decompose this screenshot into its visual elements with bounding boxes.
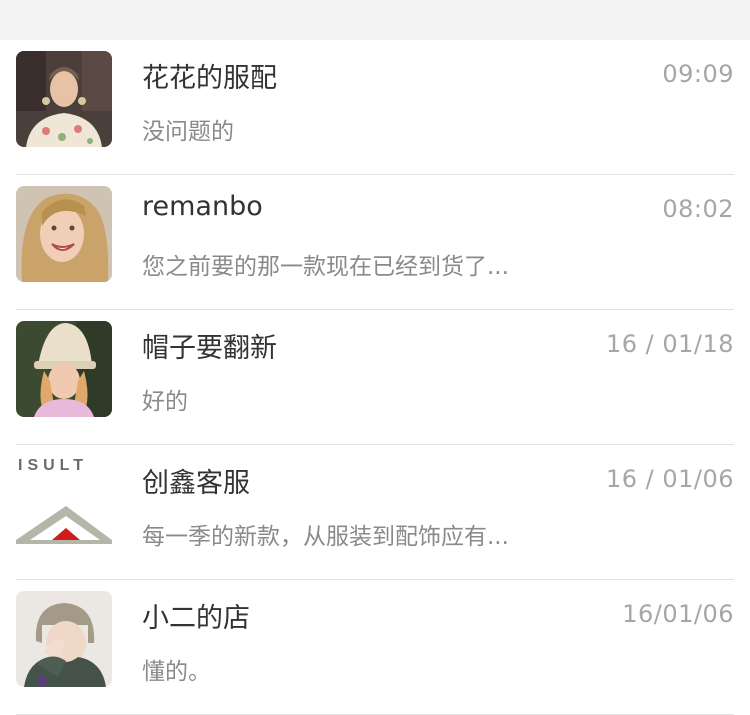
girl-sweater-avatar[interactable] <box>16 591 112 687</box>
conversation-item[interactable]: 帽子要翻新 16 / 01/18 好的 <box>0 310 750 445</box>
consult-logo-avatar[interactable]: ISULT <box>16 456 112 552</box>
conversation-time: 09:09 <box>662 60 734 88</box>
conversation-name: 小二的店 <box>142 603 250 634</box>
conversation-item[interactable]: 花花的服配 09:09 没问题的 <box>0 40 750 175</box>
smiling-woman-avatar[interactable] <box>16 186 112 282</box>
conversation-preview: 每一季的新款，从服装到配饰应有... <box>142 524 509 550</box>
conversation-name: 花花的服配 <box>142 63 277 94</box>
conversation-time: 16 / 01/18 <box>605 330 734 358</box>
conversation-time: 16/01/06 <box>622 600 734 628</box>
conversation-preview: 您之前要的那一款现在已经到货了... <box>142 254 509 280</box>
conversation-name: 创鑫客服 <box>142 468 250 499</box>
conversation-time: 16 / 01/06 <box>605 465 734 493</box>
conversation-name: 帽子要翻新 <box>142 333 277 364</box>
conversation-item[interactable]: 小二的店 16/01/06 懂的。 <box>0 580 750 715</box>
conversation-item[interactable]: remanbo 08:02 您之前要的那一款现在已经到货了... <box>0 175 750 310</box>
girl-with-hat-avatar[interactable] <box>16 321 112 417</box>
conversation-name: remanbo <box>142 191 263 222</box>
conversation-list: 花花的服配 09:09 没问题的 remanbo 08:02 您之前要的那一款现… <box>0 40 750 715</box>
woman-model-avatar[interactable] <box>16 51 112 147</box>
conversation-preview: 好的 <box>142 389 188 415</box>
conversation-preview: 没问题的 <box>142 119 234 145</box>
top-bar <box>0 0 750 40</box>
logo-text: ISULT <box>18 457 88 474</box>
conversation-time: 08:02 <box>662 195 734 223</box>
conversation-item[interactable]: ISULT 创鑫客服 16 / 01/06 每一季的新款，从服装到配饰应有... <box>0 445 750 580</box>
conversation-preview: 懂的。 <box>142 659 211 685</box>
